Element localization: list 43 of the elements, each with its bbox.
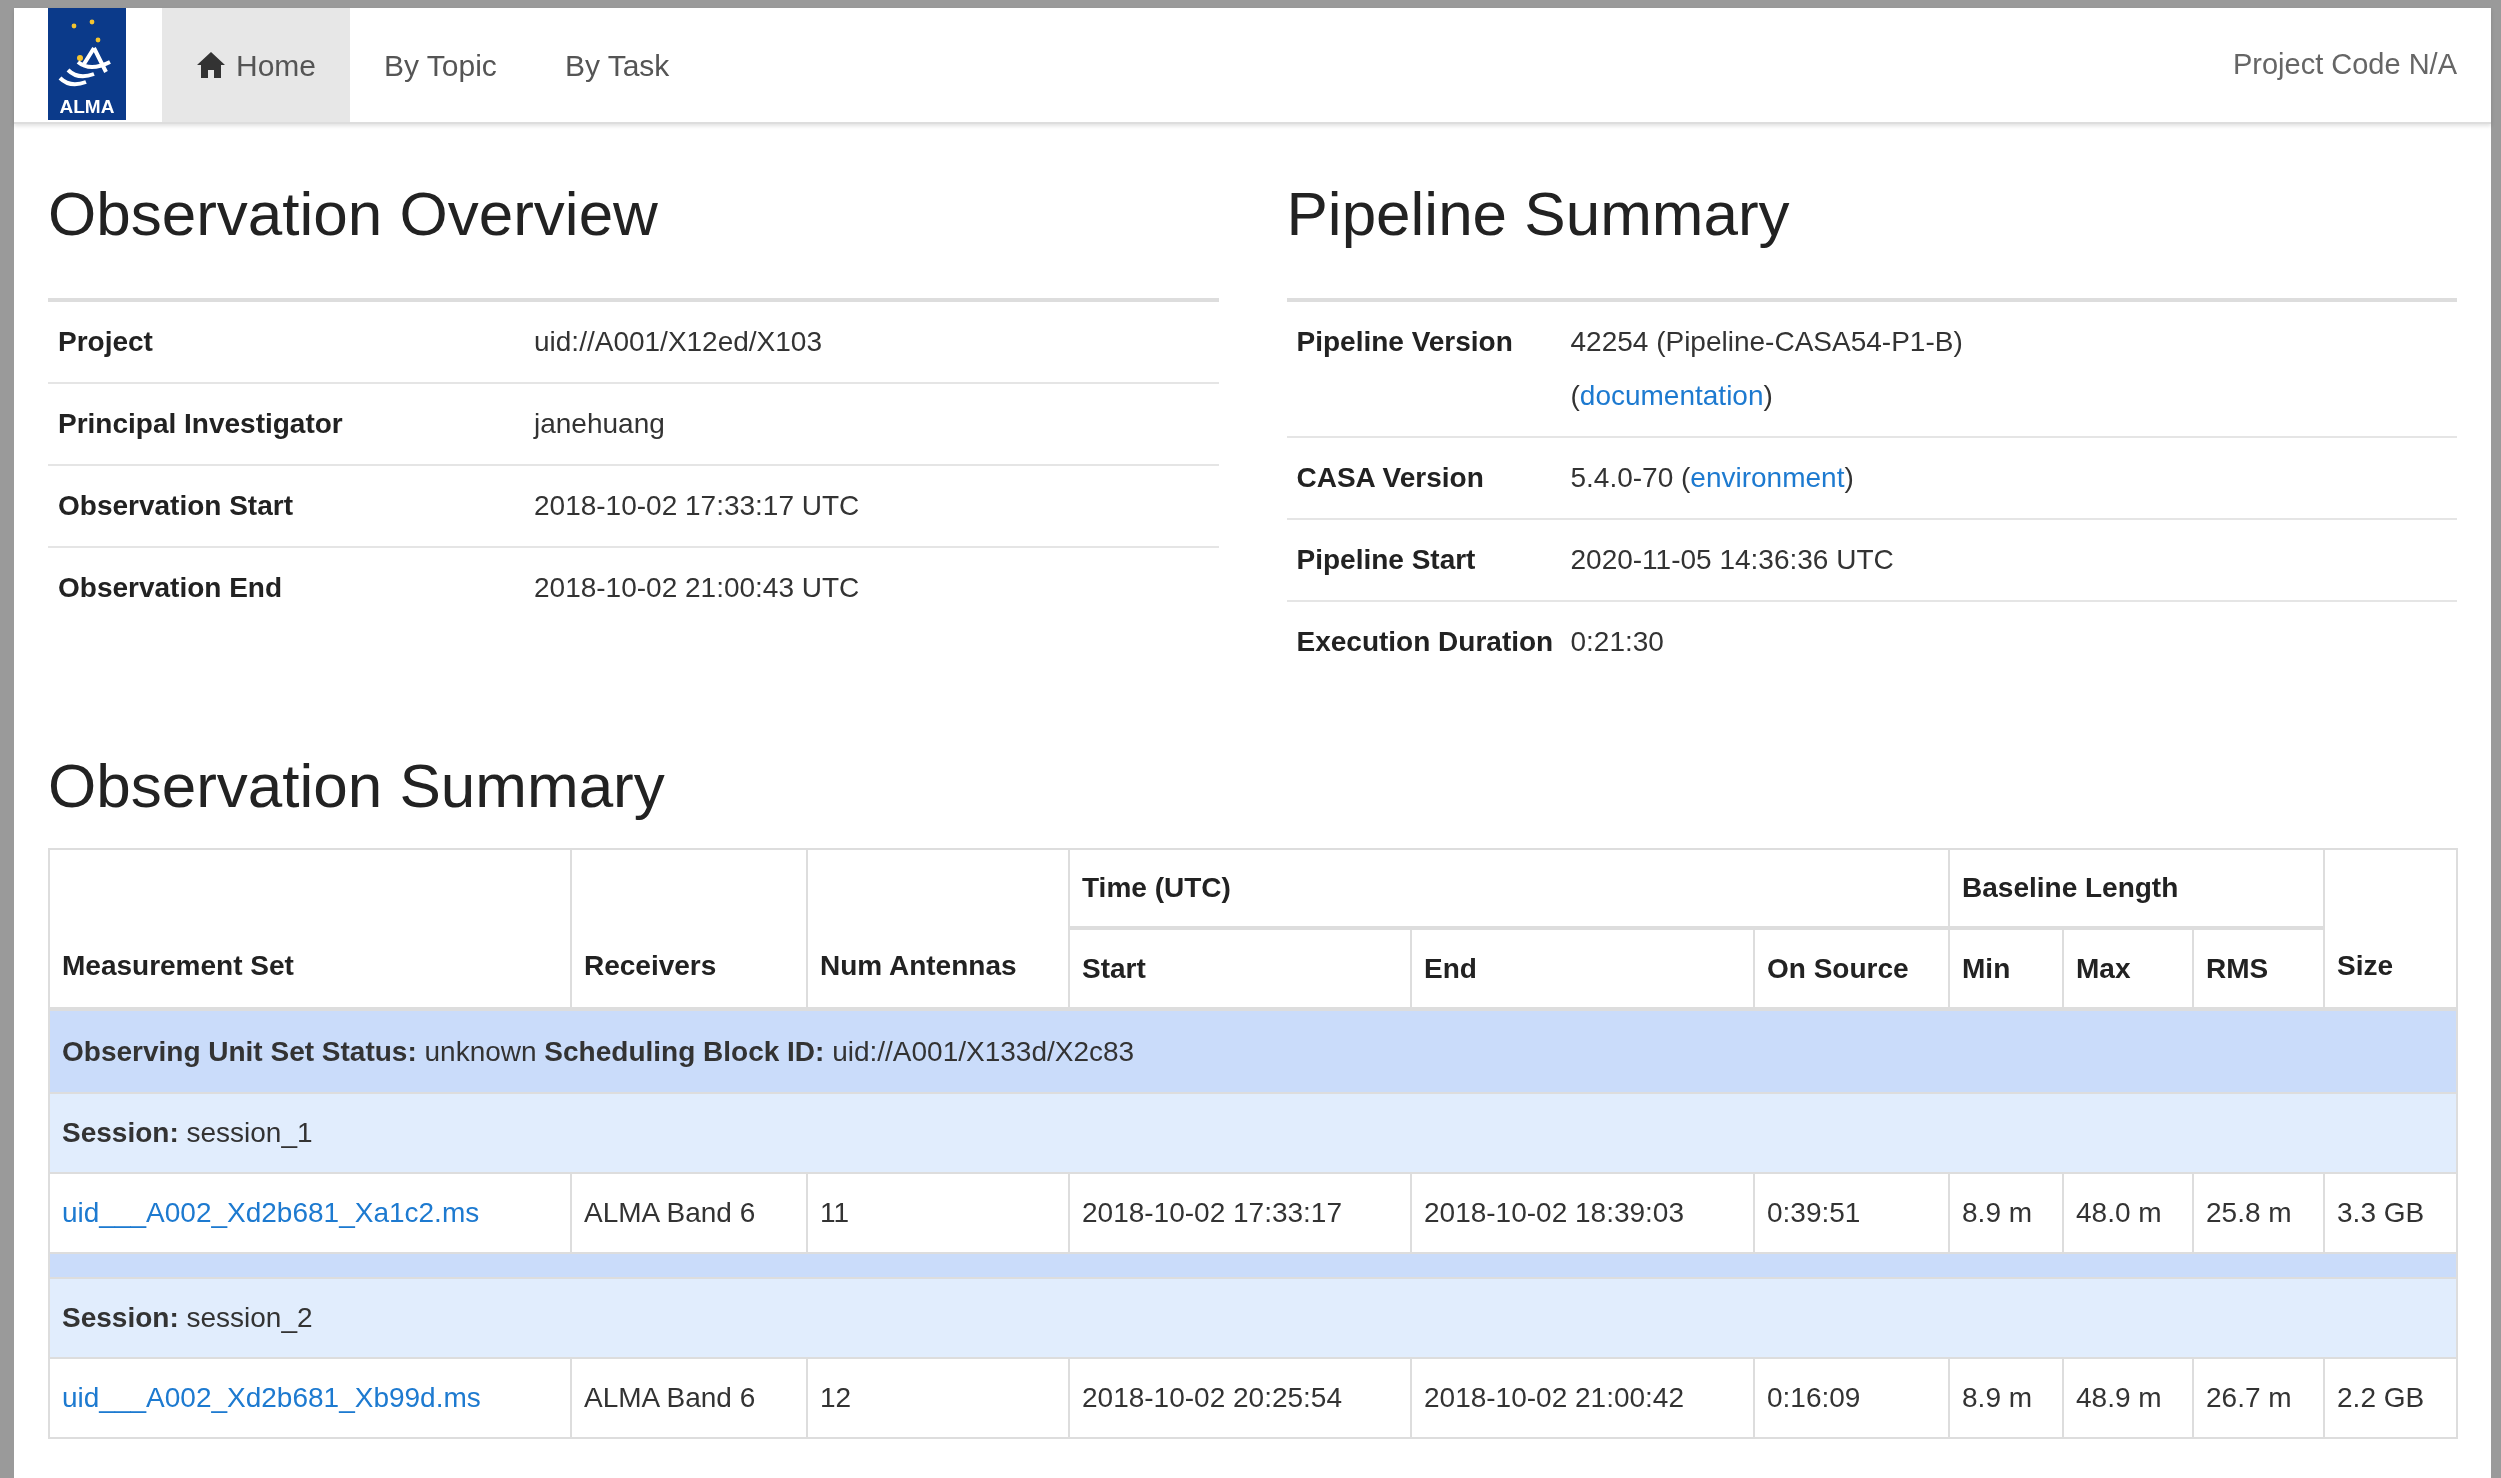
field-label: Principal Investigator: [57, 407, 344, 442]
table-cell: 8.9 m: [1949, 1358, 2064, 1439]
field-value: 2020-11-05 14:36:36 UTC: [1570, 543, 1894, 578]
field-label: Pipeline Start: [1295, 543, 1477, 578]
field-label: Execution Duration: [1295, 625, 1555, 660]
field-value: 5.4.0-70 (: [1570, 461, 1691, 496]
table-cell: 12: [807, 1358, 1069, 1439]
field-value: ): [1844, 461, 1854, 496]
table-cell: 0:16:09: [1754, 1358, 1950, 1439]
field-label: Pipeline Version: [1295, 325, 1514, 360]
field-value: 0:21:30: [1570, 625, 1664, 660]
alma-logo[interactable]: ALMA: [48, 8, 126, 120]
home-icon: [196, 50, 226, 80]
field-label: Observation End: [57, 571, 284, 606]
section-heading: Observation Summary: [48, 752, 666, 823]
field-label: Observation Start: [57, 489, 294, 524]
table-cell: 2018-10-02 20:25:54: [1069, 1358, 1411, 1439]
field-label: Project: [57, 325, 154, 360]
field-value: 2018-10-02 21:00:43 UTC: [534, 571, 860, 606]
section-heading: Observation Overview: [48, 180, 1219, 303]
section-heading: Pipeline Summary: [1286, 180, 2457, 303]
field-label: CASA Version: [1295, 461, 1485, 496]
field-value: (: [1570, 379, 1580, 414]
field-value: 42254 (Pipeline-CASA54-P1-B): [1570, 325, 1963, 360]
table-cell: 2.2 GB: [2324, 1358, 2458, 1439]
doc-link[interactable]: environment: [1690, 451, 1845, 506]
nav-tab[interactable]: By Task: [530, 8, 704, 122]
table-cell: 2018-10-02 21:00:42: [1411, 1358, 1754, 1439]
session-label: Session: session_1: [49, 1093, 2458, 1174]
field-value: janehuang: [534, 407, 665, 442]
nav-tab[interactable]: Home: [162, 8, 351, 122]
doc-link[interactable]: documentation: [1579, 369, 1764, 424]
field-value: uid://A001/X12ed/X103: [534, 325, 822, 360]
field-value: ): [1763, 379, 1773, 414]
project-code: Project Code N/A: [2232, 47, 2457, 83]
column-group-header: Time (UTC): [1069, 849, 1950, 929]
nav-tab[interactable]: By Topic: [350, 8, 531, 122]
table-cell: 48.9 m: [2063, 1358, 2194, 1439]
table-cell: 26.7 m: [2193, 1358, 2325, 1439]
table-cell: ALMA Band 6: [571, 1358, 807, 1439]
session-label: Session: session_2: [49, 1278, 2458, 1359]
field-value: 2018-10-02 17:33:17 UTC: [534, 489, 860, 524]
column-group-header: Baseline Length: [1949, 849, 2325, 929]
